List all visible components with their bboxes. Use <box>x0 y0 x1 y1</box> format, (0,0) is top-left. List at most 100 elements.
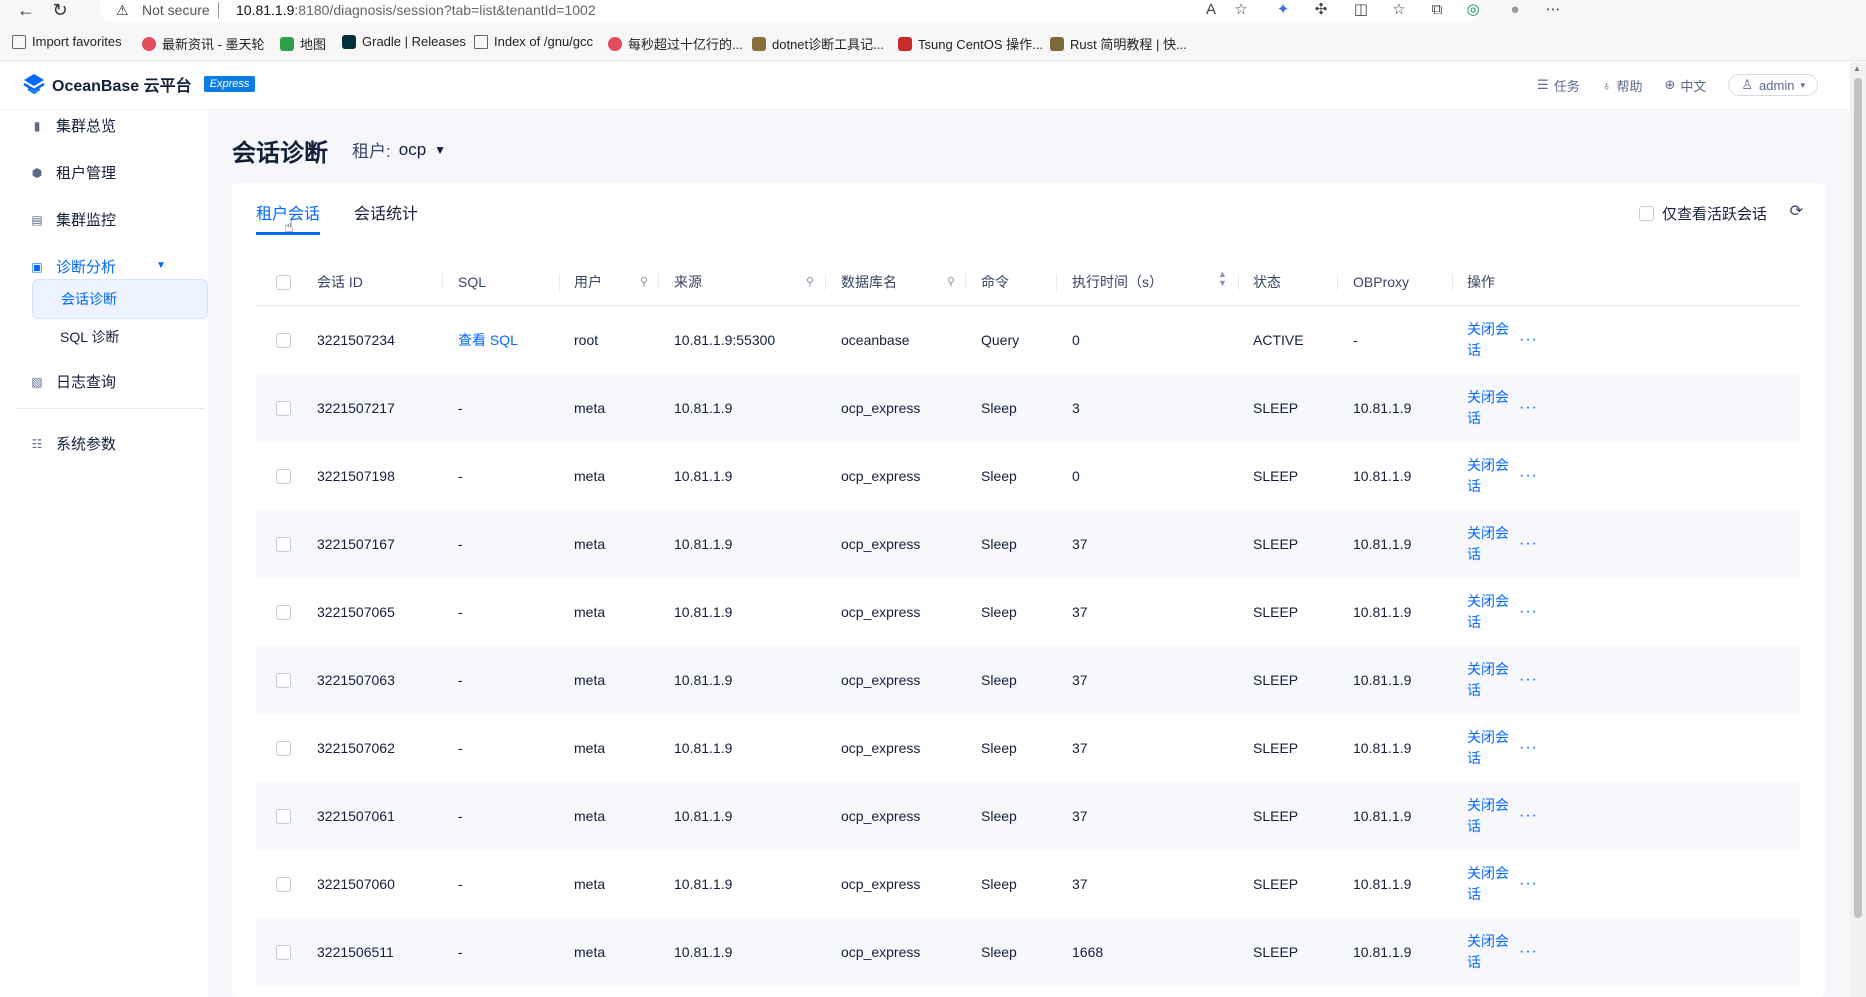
table-row: 3221507061 - meta 10.81.1.9 ocp_express Sleep… <box>256 782 1800 850</box>
close-session-link[interactable]: 关闭会话 <box>1467 387 1515 429</box>
search-filter-icon[interactable]: ⚲ <box>640 275 648 288</box>
cell-actions: 关闭会话 ··· <box>1467 510 1538 578</box>
sidebar-item-log-query[interactable]: ▧ 日志查询 <box>30 371 116 392</box>
caret-down-icon[interactable]: ▼ <box>156 260 166 271</box>
table-body: 3221507234 查看 SQL root 10.81.1.9:55300 ocean… <box>256 306 1800 986</box>
cell-session-id: 3221507198 <box>317 468 395 484</box>
row-checkbox[interactable] <box>276 306 291 374</box>
sort-icon[interactable]: ▲ ▼ <box>1218 270 1227 288</box>
row-checkbox[interactable] <box>276 714 291 782</box>
more-actions-icon[interactable]: ··· <box>1519 943 1538 961</box>
checkbox[interactable] <box>276 274 291 290</box>
sidebar-item-diagnosis[interactable]: ▣ 诊断分析 <box>30 256 116 277</box>
user-menu[interactable]: ♙ admin ▾ <box>1728 74 1818 96</box>
search-filter-icon[interactable]: ⚲ <box>947 275 955 288</box>
more-actions-icon[interactable]: ··· <box>1519 331 1538 349</box>
back-icon[interactable]: ← <box>14 0 38 22</box>
bookmark-item[interactable]: 最新资讯 - 墨天轮 <box>142 34 265 53</box>
more-actions-icon[interactable]: ··· <box>1519 535 1538 553</box>
more-actions-icon[interactable]: ··· <box>1519 875 1538 893</box>
col-exec-time[interactable]: 执行时间（s） <box>1072 258 1163 306</box>
sidebar-subitem-session-diagnosis[interactable]: 会话诊断 <box>32 279 208 319</box>
checkbox[interactable] <box>276 400 291 416</box>
row-checkbox[interactable] <box>276 646 291 714</box>
row-checkbox[interactable] <box>276 850 291 918</box>
checkbox[interactable] <box>276 808 291 824</box>
browser-essentials-icon[interactable]: ◎ <box>1462 0 1484 22</box>
bookmark-item[interactable]: Import favorites <box>12 34 122 49</box>
refresh-icon[interactable]: ⟳ <box>1790 201 1803 221</box>
close-session-link[interactable]: 关闭会话 <box>1467 795 1515 837</box>
close-session-link[interactable]: 关闭会话 <box>1467 863 1515 905</box>
scroll-thumb[interactable] <box>1854 78 1862 918</box>
tab-session-stats[interactable]: 会话统计 <box>354 200 418 235</box>
more-actions-icon[interactable]: ··· <box>1519 399 1538 417</box>
collections-icon[interactable]: ⧉ <box>1426 0 1448 22</box>
scroll-up-icon[interactable]: ▲ <box>1853 64 1861 73</box>
checkbox[interactable] <box>276 740 291 756</box>
reload-icon[interactable]: ↻ <box>48 0 72 22</box>
read-aloud-icon[interactable]: A <box>1200 0 1222 22</box>
bookmark-item[interactable]: 每秒超过十亿行的... <box>608 34 743 53</box>
more-actions-icon[interactable]: ··· <box>1519 467 1538 485</box>
close-session-link[interactable]: 关闭会话 <box>1467 591 1515 633</box>
more-actions-icon[interactable]: ··· <box>1519 807 1538 825</box>
more-actions-icon[interactable]: ··· <box>1519 739 1538 757</box>
checkbox[interactable] <box>276 672 291 688</box>
favorites-icon[interactable]: ☆ <box>1388 0 1410 22</box>
bookmark-item[interactable]: dotnet诊断工具记... <box>752 34 884 53</box>
more-actions-icon[interactable]: ··· <box>1519 671 1538 689</box>
checkbox[interactable] <box>276 536 291 552</box>
language-switch[interactable]: ⊕ 中文 <box>1664 76 1706 95</box>
help-button[interactable]: ♁ 帮助 <box>1602 76 1643 95</box>
sidebar-subitem-sql-diagnosis[interactable]: SQL 诊断 <box>32 317 208 357</box>
sidebar-item-tenant-mgmt[interactable]: ⬢ 租户管理 <box>30 162 116 183</box>
row-checkbox[interactable] <box>276 374 291 442</box>
col-command: 命令 <box>981 274 1009 290</box>
bookmark-item[interactable]: Rust 简明教程 | 快... <box>1050 34 1187 53</box>
row-checkbox[interactable] <box>276 442 291 510</box>
help-label: 帮助 <box>1616 78 1643 94</box>
row-checkbox[interactable] <box>276 510 291 578</box>
bookmark-item[interactable]: Index of /gnu/gcc <box>474 34 593 49</box>
sidebar-item-cluster-monitor[interactable]: ▤ 集群监控 <box>30 209 116 230</box>
active-only-checkbox[interactable]: 仅查看活跃会话 <box>1638 203 1767 224</box>
bookmark-item[interactable]: Gradle | Releases <box>342 34 466 49</box>
favorite-star-icon[interactable]: ☆ <box>1230 0 1252 22</box>
close-session-link[interactable]: 关闭会话 <box>1467 319 1515 361</box>
settings-more-icon[interactable]: ⋯ <box>1542 0 1564 22</box>
row-checkbox[interactable] <box>276 782 291 850</box>
brand-logo[interactable]: OceanBase 云平台 Express <box>22 72 256 96</box>
close-session-link[interactable]: 关闭会话 <box>1467 931 1515 973</box>
more-actions-icon[interactable]: ··· <box>1519 603 1538 621</box>
cell-sql[interactable]: 查看 SQL <box>458 306 518 374</box>
tenant-selector[interactable]: 租户: ocp ▼ <box>352 137 446 162</box>
checkbox[interactable] <box>276 468 291 484</box>
checkbox[interactable] <box>1638 206 1654 221</box>
checkbox[interactable] <box>276 604 291 620</box>
checkbox[interactable] <box>276 876 291 892</box>
tasks-button[interactable]: ☰ 任务 <box>1537 76 1580 95</box>
extensions-puzzle-icon[interactable]: ✣ <box>1310 0 1332 22</box>
bookmark-item[interactable]: 地图 <box>280 34 326 53</box>
select-all-checkbox[interactable] <box>276 258 291 306</box>
close-session-link[interactable]: 关闭会话 <box>1467 727 1515 769</box>
row-checkbox[interactable] <box>276 918 291 986</box>
profile-avatar-icon[interactable]: ● <box>1504 0 1526 22</box>
bookmark-item[interactable]: Tsung CentOS 操作... <box>898 34 1043 53</box>
checkbox[interactable] <box>276 332 291 348</box>
close-session-link[interactable]: 关闭会话 <box>1467 523 1515 565</box>
split-screen-icon[interactable]: ◫ <box>1350 0 1372 22</box>
page-scrollbar[interactable]: ▲ <box>1850 62 1866 997</box>
row-checkbox[interactable] <box>276 578 291 646</box>
modb-icon <box>142 36 156 51</box>
sidebar-item-system-params[interactable]: ☷ 系统参数 <box>30 433 116 454</box>
checkbox[interactable] <box>276 944 291 960</box>
blog-icon <box>752 36 766 51</box>
sidebar-item-cluster-overview[interactable]: ▮ 集群总览 <box>30 115 116 136</box>
search-filter-icon[interactable]: ⚲ <box>806 275 814 288</box>
extension-bird-icon[interactable]: ✦ <box>1272 0 1294 22</box>
close-session-link[interactable]: 关闭会话 <box>1467 455 1515 497</box>
tasks-label: 任务 <box>1553 78 1580 94</box>
close-session-link[interactable]: 关闭会话 <box>1467 659 1515 701</box>
